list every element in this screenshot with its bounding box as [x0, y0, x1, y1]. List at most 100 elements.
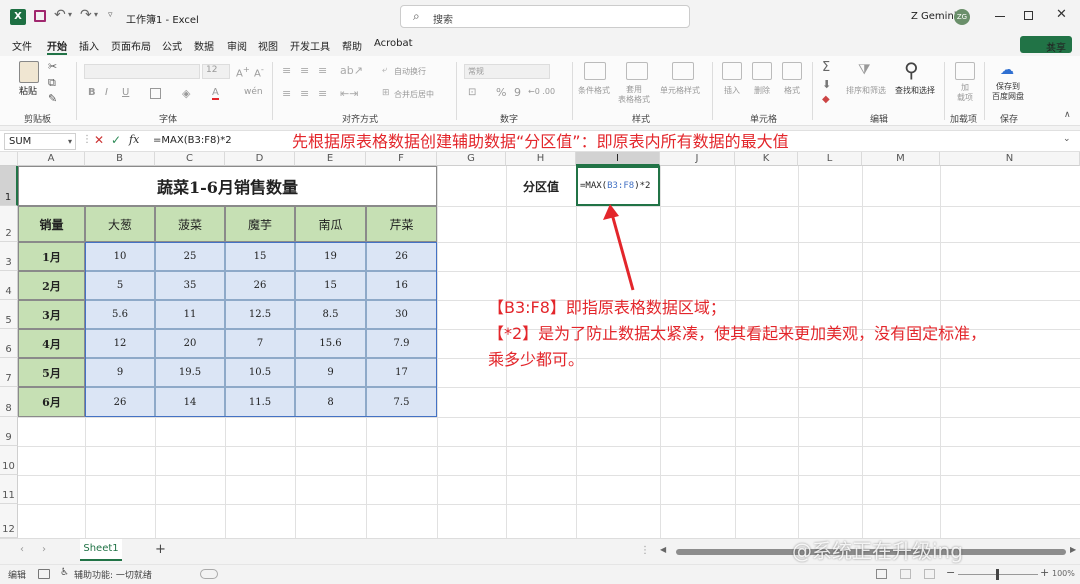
cell-styles-icon[interactable]: [672, 62, 694, 80]
column-label-cell[interactable]: 魔芋: [225, 206, 295, 242]
value-cell[interactable]: 9: [295, 358, 366, 387]
value-cell[interactable]: 12.5: [225, 300, 295, 329]
column-header-i[interactable]: I: [576, 152, 660, 166]
copy-icon[interactable]: ⧉: [48, 76, 56, 90]
insert-function-icon[interactable]: fx: [129, 133, 139, 146]
find-select-icon[interactable]: ⚲: [904, 58, 919, 82]
row-header-5[interactable]: 5: [0, 300, 18, 329]
column-header-f[interactable]: F: [366, 152, 437, 166]
undo-dropdown-icon[interactable]: ▾: [68, 10, 72, 19]
row-header-2[interactable]: 2: [0, 206, 18, 242]
clear-icon[interactable]: ◆: [822, 94, 830, 105]
row-label-cell[interactable]: 4月: [18, 329, 85, 358]
zoom-in-icon[interactable]: +: [1040, 566, 1049, 579]
orientation-icon[interactable]: ab↗: [340, 64, 363, 77]
merge-icon[interactable]: ⊞: [382, 88, 390, 98]
value-cell[interactable]: 20: [155, 329, 225, 358]
table-corner-header[interactable]: 销量: [18, 206, 85, 242]
next-sheet-icon[interactable]: ›: [42, 544, 46, 555]
align-middle-icon[interactable]: ≡: [300, 64, 309, 77]
worksheet-grid[interactable]: A B C D E F G H I J K L M N 1 2 3 4 5 6 …: [0, 152, 1080, 538]
name-box[interactable]: SUM ▾: [4, 133, 76, 150]
display-settings-icon[interactable]: [200, 569, 218, 579]
column-header-e[interactable]: E: [295, 152, 366, 166]
row-label-cell[interactable]: 6月: [18, 387, 85, 417]
collapse-ribbon-icon[interactable]: ∧: [1064, 110, 1071, 120]
indent-icon[interactable]: ⇤⇥: [340, 87, 358, 100]
share-button[interactable]: ⇪ 共享: [1020, 36, 1072, 54]
value-cell[interactable]: 7.9: [366, 329, 437, 358]
tab-view[interactable]: 视图: [258, 38, 278, 53]
underline-icon[interactable]: U: [122, 87, 129, 98]
align-left-icon[interactable]: ≡: [282, 87, 291, 100]
column-header-j[interactable]: J: [660, 152, 735, 166]
column-label-cell[interactable]: 大葱: [85, 206, 155, 242]
value-cell[interactable]: 11: [155, 300, 225, 329]
close-icon[interactable]: ✕: [1056, 7, 1067, 22]
row-header-10[interactable]: 10: [0, 446, 18, 475]
row-header-4[interactable]: 4: [0, 271, 18, 300]
number-format-select[interactable]: 常规: [464, 64, 550, 79]
table-format-icon[interactable]: [626, 62, 648, 80]
minimize-icon[interactable]: [995, 16, 1005, 17]
decimal-icon[interactable]: ←0 .00: [528, 87, 555, 96]
zoom-out-icon[interactable]: −: [946, 566, 955, 579]
save-icon[interactable]: [34, 10, 46, 22]
value-cell[interactable]: 7.5: [366, 387, 437, 417]
save-to-label[interactable]: 保存到 百度网盘: [992, 82, 1024, 102]
font-size-select[interactable]: 12: [202, 64, 230, 79]
value-cell[interactable]: 15.6: [295, 329, 366, 358]
value-cell[interactable]: 14: [155, 387, 225, 417]
row-header-7[interactable]: 7: [0, 358, 18, 387]
row-label-cell[interactable]: 2月: [18, 271, 85, 300]
row-label-cell[interactable]: 5月: [18, 358, 85, 387]
column-header-n[interactable]: N: [940, 152, 1080, 166]
addins-label[interactable]: 加载项: [957, 83, 973, 103]
tab-help[interactable]: 帮助: [342, 38, 362, 53]
phonetic-icon[interactable]: wén: [244, 87, 263, 97]
column-header-k[interactable]: K: [735, 152, 798, 166]
font-color-icon[interactable]: A: [212, 87, 219, 100]
font-name-select[interactable]: [84, 64, 200, 79]
format-cells-icon[interactable]: [782, 62, 802, 80]
value-cell[interactable]: 15: [225, 242, 295, 271]
fill-color-icon[interactable]: ◈: [182, 87, 190, 100]
cancel-entry-icon[interactable]: ✕: [94, 133, 104, 147]
row-header-3[interactable]: 3: [0, 242, 18, 271]
tab-developer[interactable]: 开发工具: [290, 38, 330, 53]
row-label-cell[interactable]: 1月: [18, 242, 85, 271]
delete-cells-icon[interactable]: [752, 62, 772, 80]
value-cell[interactable]: 5: [85, 271, 155, 300]
value-cell[interactable]: 26: [85, 387, 155, 417]
wrap-text-icon[interactable]: ⤶: [382, 65, 387, 75]
insert-label[interactable]: 插入: [724, 85, 740, 96]
insert-cells-icon[interactable]: [722, 62, 742, 80]
redo-dropdown-icon[interactable]: ▾: [94, 10, 98, 19]
bold-icon[interactable]: B: [88, 87, 96, 98]
row-header-11[interactable]: 11: [0, 475, 18, 504]
column-label-cell[interactable]: 南瓜: [295, 206, 366, 242]
undo-icon[interactable]: ↶: [54, 7, 66, 23]
tab-data[interactable]: 数据: [194, 38, 214, 53]
currency-icon[interactable]: ⊡: [468, 87, 476, 98]
row-header-8[interactable]: 8: [0, 387, 18, 417]
redo-icon[interactable]: ↷: [80, 7, 92, 23]
tab-file[interactable]: 文件: [12, 38, 32, 53]
scroll-left-icon[interactable]: ◀: [660, 545, 666, 554]
addins-icon[interactable]: [955, 62, 975, 80]
find-select-label[interactable]: 查找和选择: [895, 85, 935, 96]
column-header-b[interactable]: B: [85, 152, 155, 166]
font-shrink-icon[interactable]: A-: [254, 64, 264, 79]
tab-split-handle[interactable]: ⋮: [640, 545, 650, 556]
value-cell[interactable]: 12: [85, 329, 155, 358]
row-header-12[interactable]: 12: [0, 504, 18, 538]
format-painter-icon[interactable]: ✎: [48, 92, 57, 105]
border-icon[interactable]: [150, 88, 161, 99]
value-cell[interactable]: 8.5: [295, 300, 366, 329]
align-top-icon[interactable]: ≡: [282, 64, 291, 77]
cut-icon[interactable]: ✂: [48, 60, 57, 73]
delete-label[interactable]: 删除: [754, 85, 770, 96]
tab-page-layout[interactable]: 页面布局: [111, 38, 151, 53]
row-header-1[interactable]: 1: [0, 166, 18, 206]
prev-sheet-icon[interactable]: ‹: [20, 544, 24, 555]
